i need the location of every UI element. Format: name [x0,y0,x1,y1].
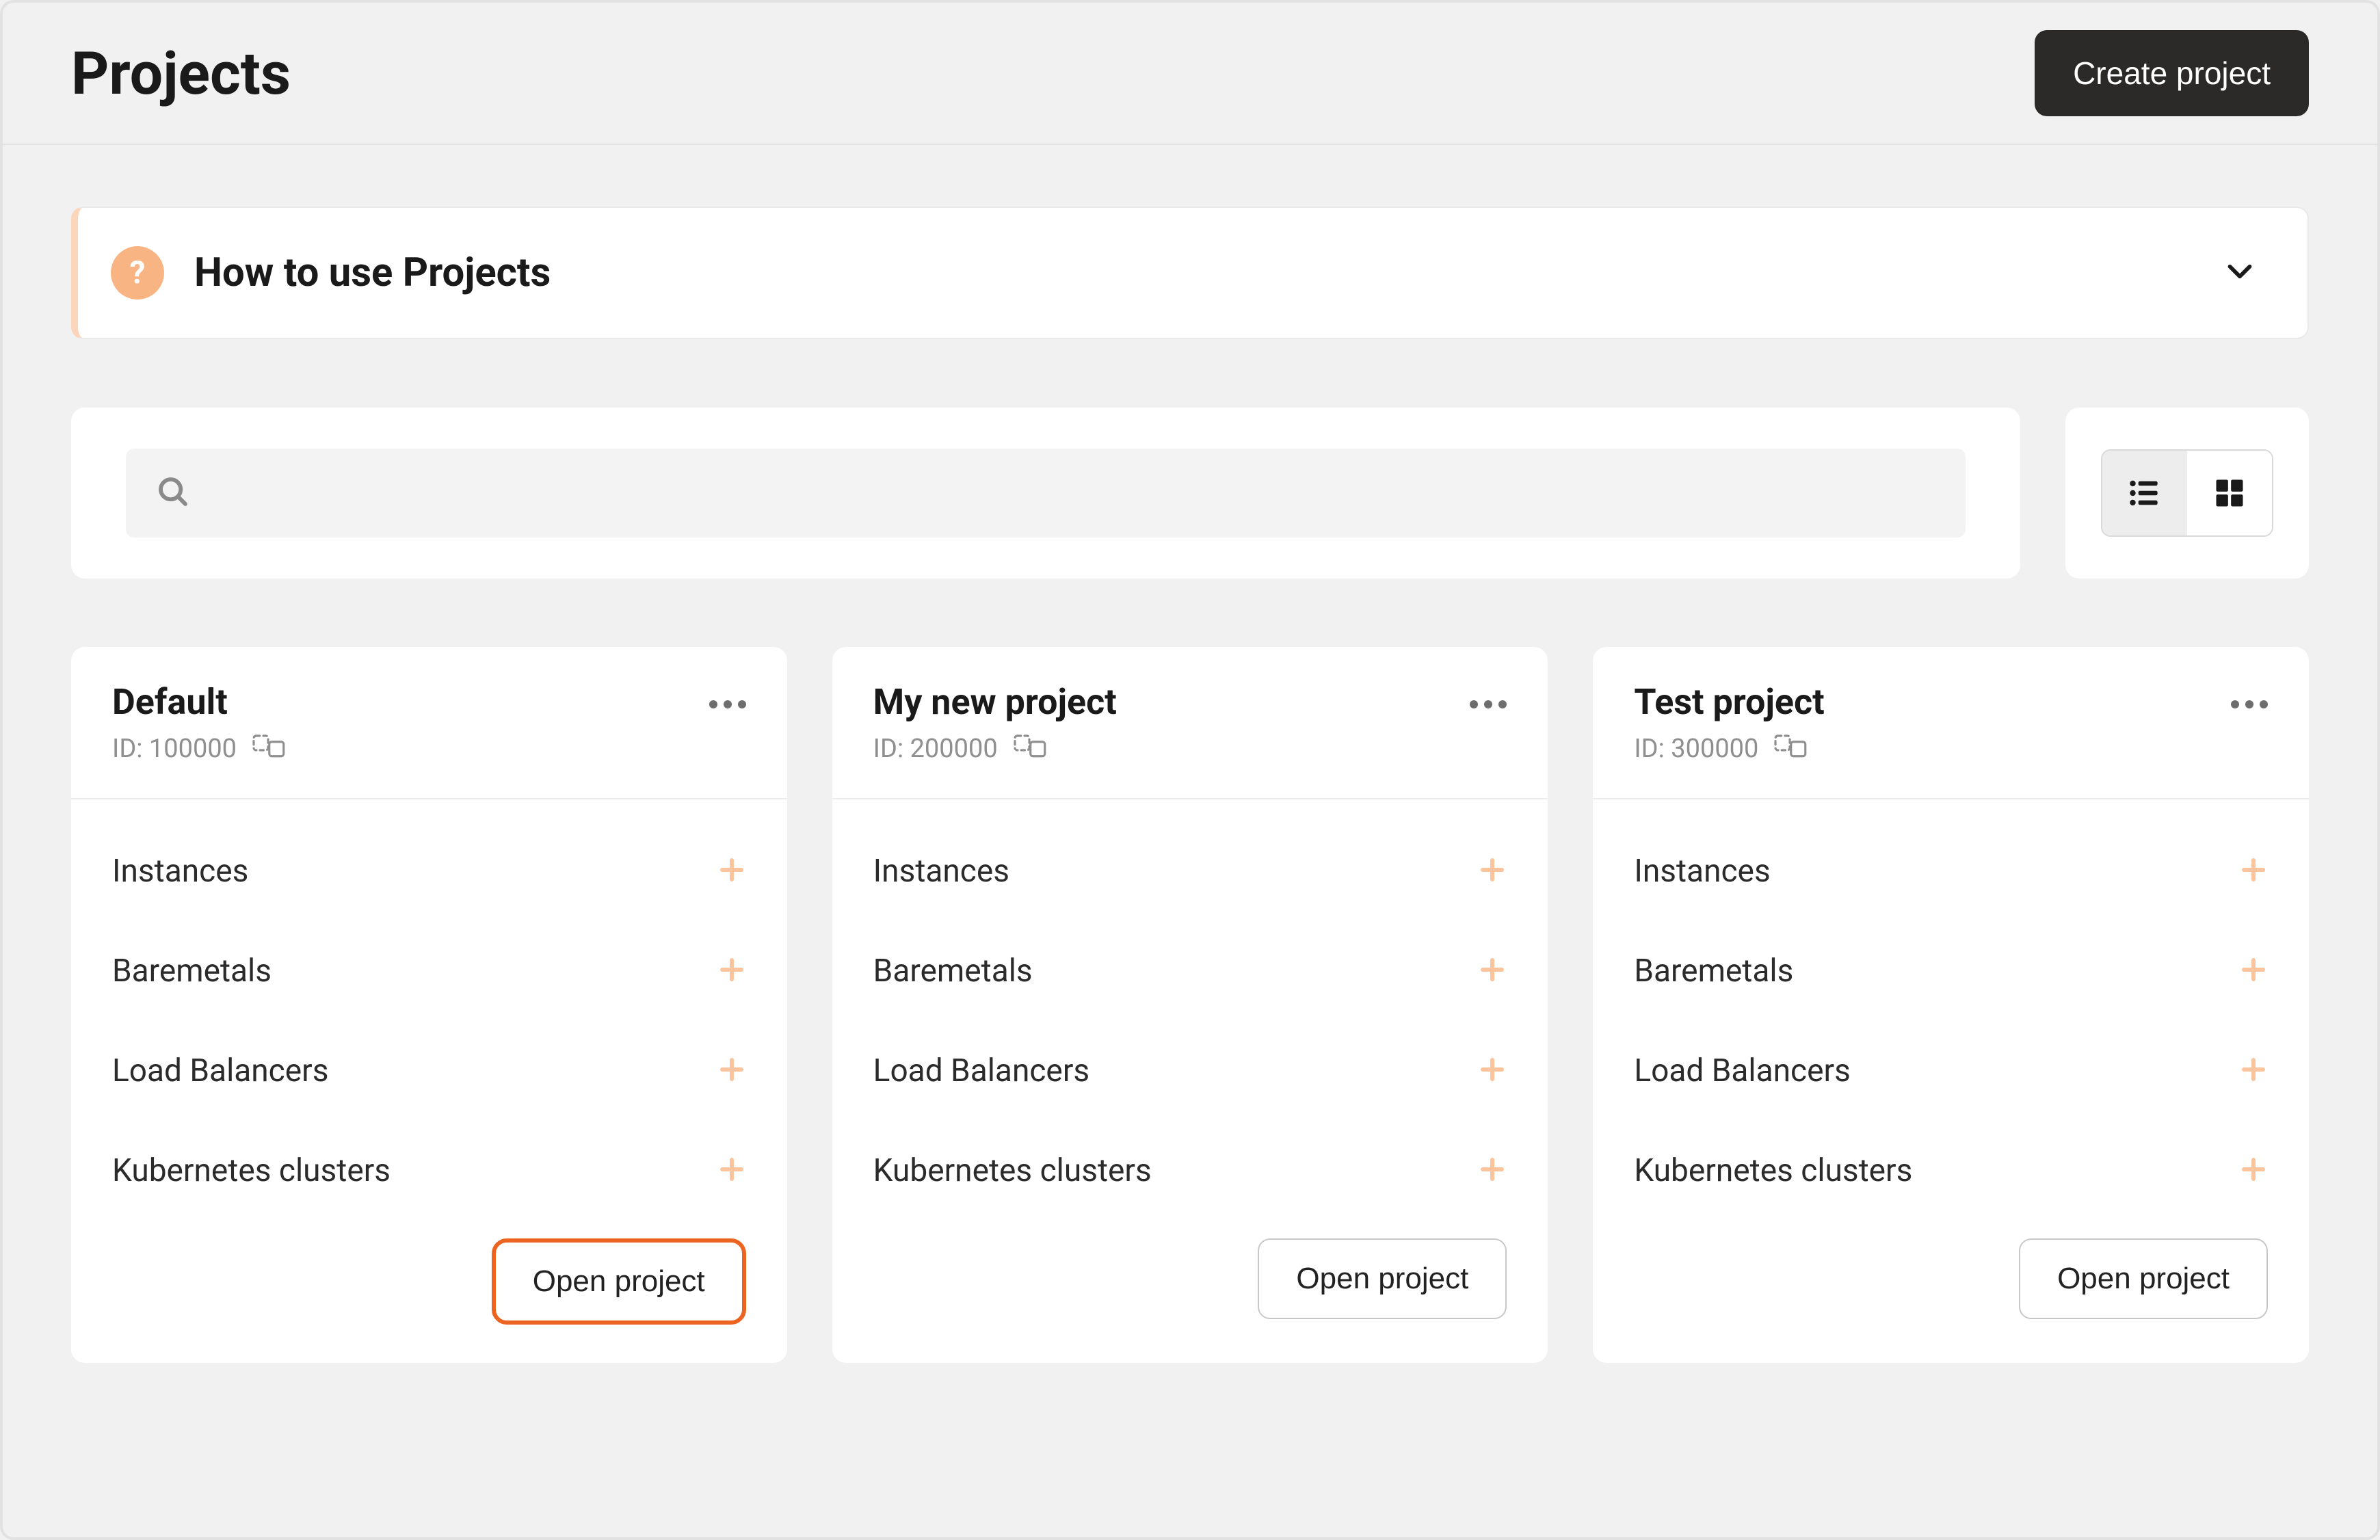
add-resource-button[interactable] [2239,1155,2268,1186]
open-project-button[interactable]: Open project [2019,1238,2268,1319]
resource-label: Kubernetes clusters [112,1152,391,1189]
resource-row: Instances [112,821,746,921]
search-container [71,408,2020,579]
resource-row: Load Balancers [873,1021,1507,1121]
resource-row: Kubernetes clusters [112,1121,746,1221]
add-resource-button[interactable] [1478,955,1507,987]
more-options-button[interactable] [709,681,746,708]
project-title: Default [112,681,287,723]
search-icon [155,473,191,513]
help-icon: ? [111,246,164,300]
add-resource-button[interactable] [2239,855,2268,887]
list-icon [2126,474,2164,512]
resource-label: Load Balancers [112,1052,328,1089]
search-input[interactable] [126,449,1966,537]
view-toggle-container [2065,408,2309,579]
view-list-button[interactable] [2102,451,2187,535]
resource-label: Load Balancers [873,1052,1089,1089]
copy-id-icon[interactable] [1010,731,1048,767]
resource-label: Instances [1634,853,1770,890]
grid-icon [2212,475,2247,511]
project-card: Test project ID: 300000 Instances Baremetal… [1593,647,2309,1363]
resource-row: Instances [1634,821,2268,921]
page-title: Projects [71,39,291,108]
resource-label: Baremetals [873,953,1033,990]
resource-row: Kubernetes clusters [1634,1121,2268,1221]
resource-label: Kubernetes clusters [873,1152,1152,1189]
add-resource-button[interactable] [717,855,746,887]
copy-id-icon[interactable] [249,731,287,767]
open-project-button[interactable]: Open project [492,1238,746,1325]
resource-label: Baremetals [112,953,272,990]
resource-row: Baremetals [112,921,746,1021]
copy-id-icon[interactable] [1771,731,1809,767]
add-resource-button[interactable] [1478,1155,1507,1186]
add-resource-button[interactable] [1478,855,1507,887]
resource-row: Load Balancers [1634,1021,2268,1121]
resource-row: Kubernetes clusters [873,1121,1507,1221]
resource-row: Baremetals [873,921,1507,1021]
project-title: My new project [873,681,1117,723]
more-options-button[interactable] [2231,681,2268,708]
resource-row: Baremetals [1634,921,2268,1021]
add-resource-button[interactable] [2239,1055,2268,1087]
resource-label: Load Balancers [1634,1052,1850,1089]
howto-title: How to use Projects [194,250,2220,296]
project-title: Test project [1634,681,1824,723]
howto-panel[interactable]: ? How to use Projects [71,207,2309,339]
create-project-button[interactable]: Create project [2035,30,2309,116]
resource-label: Instances [873,853,1009,890]
resource-label: Instances [112,853,248,890]
view-grid-button[interactable] [2187,451,2272,535]
resource-row: Load Balancers [112,1021,746,1121]
resource-row: Instances [873,821,1507,921]
add-resource-button[interactable] [717,1055,746,1087]
project-card: My new project ID: 200000 Instances Baremet… [832,647,1548,1363]
open-project-button[interactable]: Open project [1258,1238,1507,1319]
chevron-down-icon[interactable] [2220,252,2260,294]
project-card: Default ID: 100000 Instances Baremetals Load… [71,647,787,1363]
add-resource-button[interactable] [2239,955,2268,987]
more-options-button[interactable] [1470,681,1507,708]
project-id: ID: 200000 [873,734,998,764]
resource-label: Baremetals [1634,953,1793,990]
resource-label: Kubernetes clusters [1634,1152,1912,1189]
add-resource-button[interactable] [717,1155,746,1186]
project-id: ID: 100000 [112,734,237,764]
add-resource-button[interactable] [717,955,746,987]
project-id: ID: 300000 [1634,734,1758,764]
add-resource-button[interactable] [1478,1055,1507,1087]
